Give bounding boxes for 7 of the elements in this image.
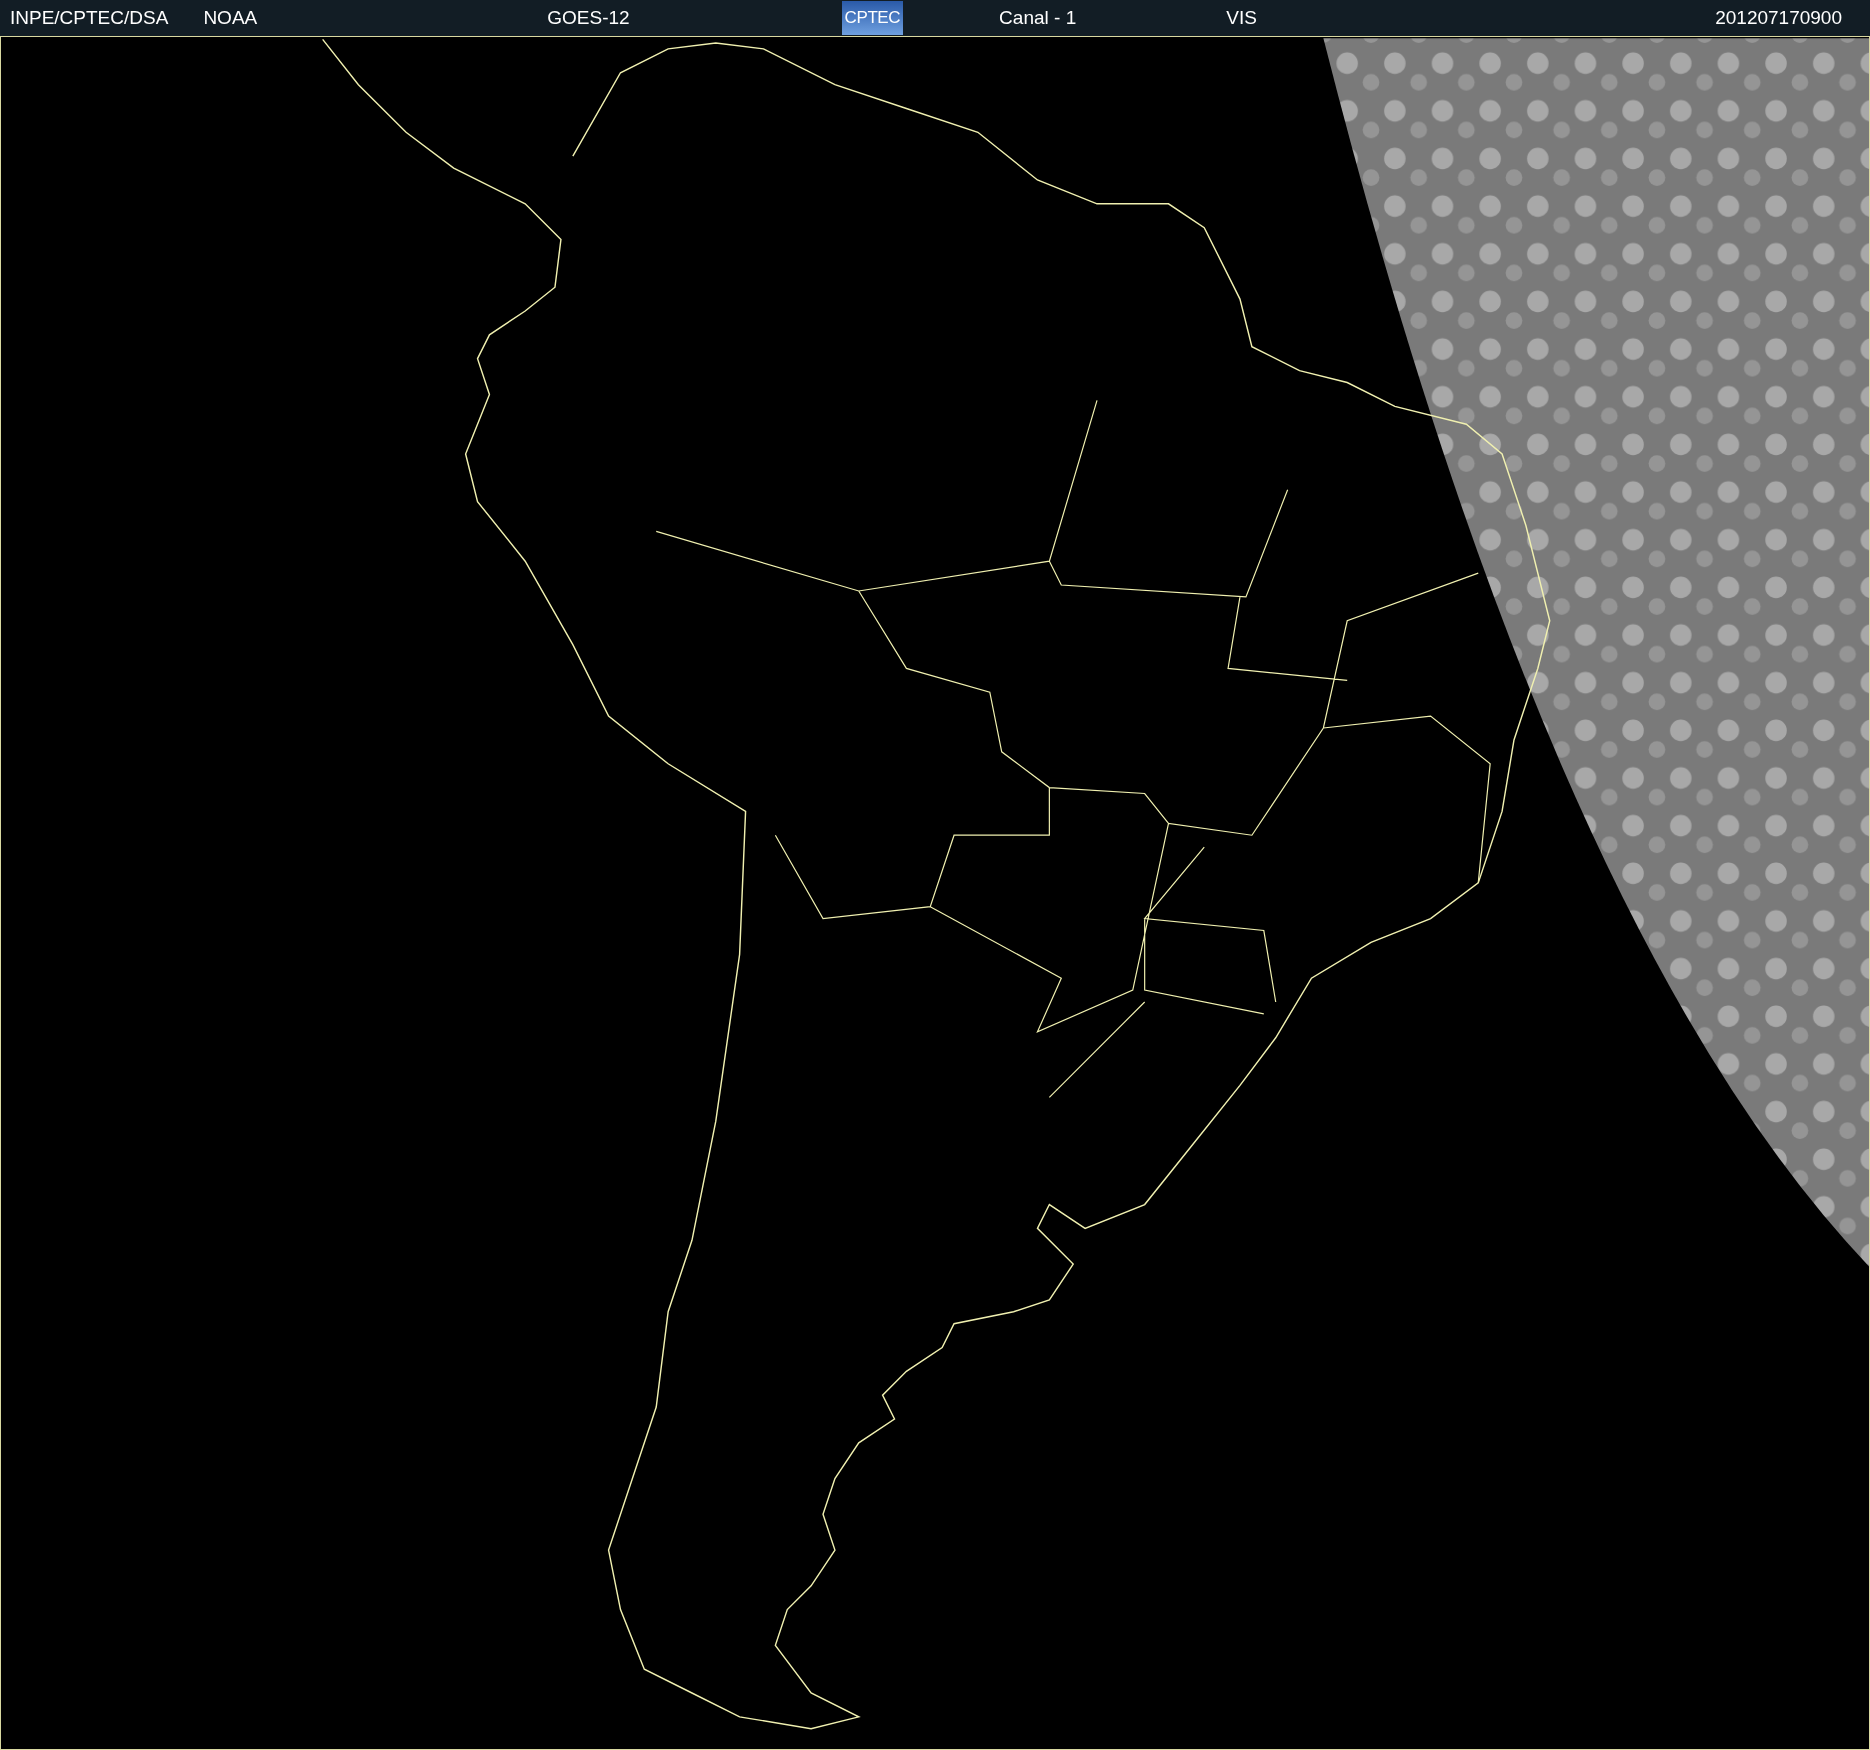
channel-label: Canal - 1 — [999, 5, 1077, 30]
timestamp-label: 201207170900 — [1715, 5, 1842, 30]
source-label: INPE/CPTEC/DSA — [10, 5, 169, 30]
satellite-label: GOES-12 — [547, 5, 630, 30]
logo: CPTEC — [841, 1, 904, 35]
band-label: VIS — [1226, 5, 1257, 30]
agency-label: NOAA — [203, 5, 258, 30]
